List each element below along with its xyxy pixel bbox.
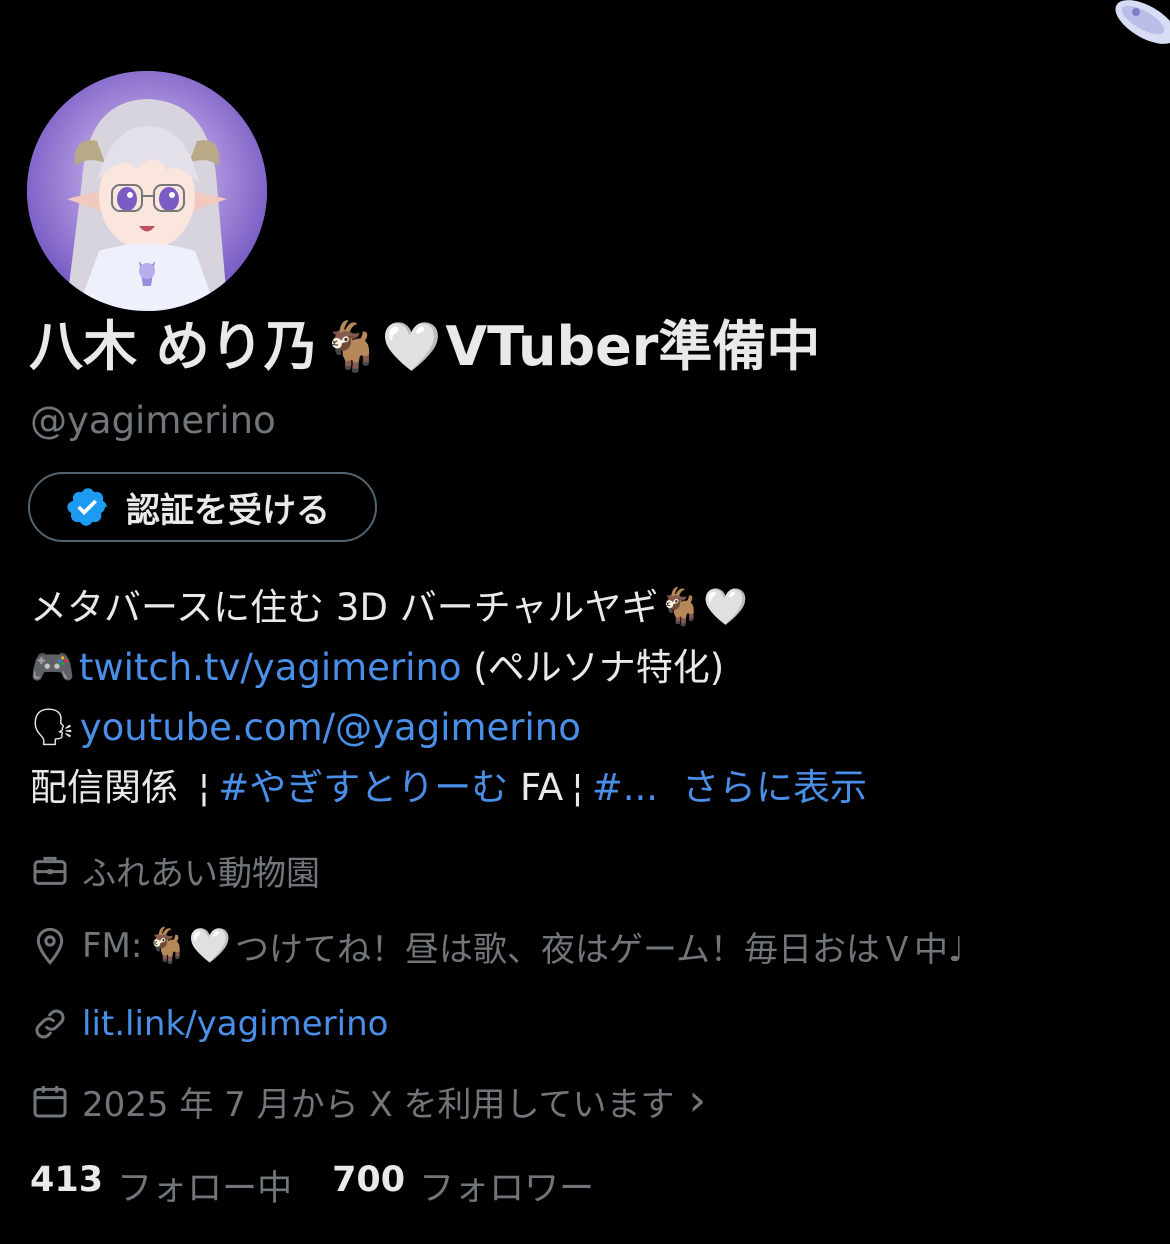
profile-category: ふれあい動物園 xyxy=(30,846,320,894)
joined-text: 2025 年 7 月から X を利用しています xyxy=(82,1084,675,1125)
hashtag-truncated-link[interactable]: #... xyxy=(592,758,658,818)
goat-heart-emoji: 🐐🤍 xyxy=(658,587,748,628)
following-label: フォロー中 xyxy=(117,1169,293,1209)
followers-link[interactable]: 700 フォロワー xyxy=(332,1160,594,1211)
briefcase-icon xyxy=(33,856,67,885)
goat-heart-emoji: 🐐🤍 xyxy=(321,319,442,375)
location-text: つけてね！昼は歌、夜はゲーム！毎日おはＶ中♩ xyxy=(235,929,965,970)
show-more-link[interactable]: さらに表示 xyxy=(682,758,867,818)
avatar[interactable] xyxy=(27,71,267,311)
display-name: 八木 めり乃 🐐🤍 VTuber準備中 xyxy=(29,314,820,380)
display-name-text: 八木 めり乃 xyxy=(29,315,318,378)
corner-sticker-icon xyxy=(1115,0,1170,44)
following-count: 413 xyxy=(30,1160,104,1200)
location-pin-icon xyxy=(36,927,64,965)
profile-location: FM: 🐐🤍 つけてね！昼は歌、夜はゲーム！毎日おはＶ中♩ xyxy=(30,922,964,970)
profile-website: lit.link/yagimerino xyxy=(30,1000,388,1048)
location-prefix: FM: xyxy=(82,926,143,966)
goat-heart-emoji: 🐐🤍 xyxy=(146,926,232,966)
display-name-suffix: VTuber準備中 xyxy=(445,315,821,378)
website-link[interactable]: lit.link/yagimerino xyxy=(82,1004,388,1044)
bio-line-1: メタバースに住む 3D バーチャルヤギ 🐐🤍 xyxy=(30,578,1150,638)
profile-bio: メタバースに住む 3D バーチャルヤギ 🐐🤍 🎮 twitch.tv/yagim… xyxy=(30,578,1150,818)
bio-text: メタバースに住む 3D バーチャルヤギ xyxy=(30,586,659,629)
category-text: ふれあい動物園 xyxy=(82,853,320,894)
separator: ¦ xyxy=(197,766,211,809)
bio-stream-label: 配信関係 xyxy=(30,766,190,809)
game-controller-icon: 🎮 xyxy=(30,647,75,688)
separator: ¦ xyxy=(571,766,584,809)
username-handle: @yagimerino xyxy=(30,399,276,442)
youtube-link[interactable]: youtube.com/@yagimerino xyxy=(80,698,581,758)
calendar-icon xyxy=(33,1086,67,1118)
get-verified-label: 認証を受ける xyxy=(126,490,330,531)
speaking-head-icon: 🗣 xyxy=(30,707,76,748)
bio-line-3: 🗣 youtube.com/@yagimerino xyxy=(30,698,1150,758)
avatar-image xyxy=(27,71,267,311)
bio-fa-label: FA xyxy=(508,766,564,809)
verified-badge-icon xyxy=(67,488,107,526)
bio-twitch-note: (ペルソナ特化) xyxy=(461,646,725,689)
profile-joined-date[interactable]: 2025 年 7 月から X を利用しています › xyxy=(30,1077,706,1125)
twitch-link[interactable]: twitch.tv/yagimerino xyxy=(79,638,462,698)
bio-line-2: 🎮 twitch.tv/yagimerino (ペルソナ特化) xyxy=(30,638,1150,698)
followers-label: フォロワー xyxy=(419,1169,595,1209)
bio-line-4: 配信関係 ¦ #やぎすとりーむ FA ¦ #... さらに表示 xyxy=(30,758,1150,818)
get-verified-button[interactable]: 認証を受ける xyxy=(28,472,377,542)
followers-count: 700 xyxy=(332,1160,406,1200)
follow-stats: 413 フォロー中 700 フォロワー xyxy=(30,1160,634,1211)
link-icon xyxy=(35,1009,65,1039)
hashtag-link[interactable]: #やぎすとりーむ xyxy=(218,758,508,818)
following-link[interactable]: 413 フォロー中 xyxy=(30,1160,292,1211)
chevron-right-icon: › xyxy=(688,1075,707,1126)
